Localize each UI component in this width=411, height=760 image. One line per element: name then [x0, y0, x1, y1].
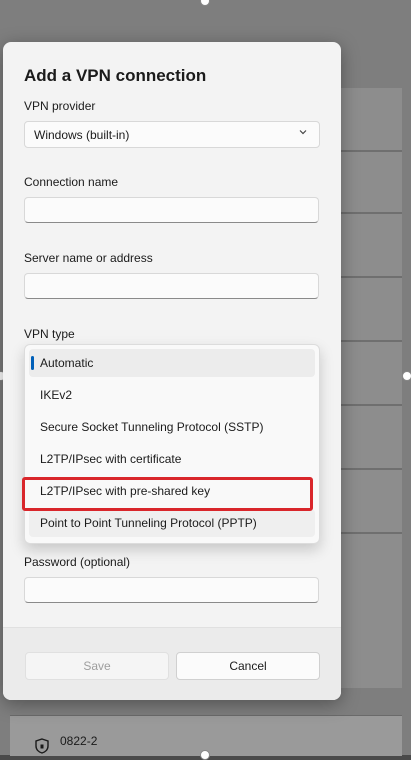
option-label: Point to Point Tunneling Protocol (PPTP)	[40, 516, 257, 530]
connection-name-label: Connection name	[24, 175, 119, 189]
vpn-type-option-pptp[interactable]: Point to Point Tunneling Protocol (PPTP)	[29, 509, 315, 537]
save-button[interactable]: Save	[25, 652, 169, 680]
shield-icon	[35, 738, 49, 754]
option-label: Automatic	[40, 356, 94, 370]
vpn-connection-name: 0822-2	[60, 734, 98, 748]
cancel-button[interactable]: Cancel	[176, 652, 320, 680]
add-vpn-dialog: Add a VPN connection VPN provider Window…	[3, 42, 341, 700]
vpn-type-option-automatic[interactable]: Automatic	[29, 349, 315, 377]
server-address-input[interactable]	[24, 273, 319, 299]
option-label: IKEv2	[40, 388, 73, 402]
dialog-title: Add a VPN connection	[24, 66, 207, 85]
vpn-type-option-ikev2[interactable]: IKEv2	[29, 381, 315, 409]
chevron-down-icon	[299, 130, 307, 135]
selection-indicator	[31, 356, 34, 370]
vpn-type-option-l2tp-certificate[interactable]: L2TP/IPsec with certificate	[29, 445, 315, 473]
vpn-type-label: VPN type	[24, 327, 75, 341]
vpn-provider-select[interactable]: Windows (built-in)	[24, 121, 320, 148]
vpn-type-option-sstp[interactable]: Secure Socket Tunneling Protocol (SSTP)	[29, 413, 315, 441]
option-label: Secure Socket Tunneling Protocol (SSTP)	[40, 420, 264, 434]
option-label: L2TP/IPsec with certificate	[40, 452, 182, 466]
resize-handle-bottom[interactable]	[200, 750, 210, 760]
vpn-provider-label: VPN provider	[24, 99, 96, 113]
password-input[interactable]	[24, 577, 319, 603]
vpn-provider-value: Windows (built-in)	[34, 128, 130, 142]
server-address-label: Server name or address	[24, 251, 153, 265]
connection-name-input[interactable]	[24, 197, 319, 223]
resize-handle-right[interactable]	[402, 371, 411, 381]
password-label: Password (optional)	[24, 555, 131, 569]
vpn-type-dropdown-list: Automatic IKEv2 Secure Socket Tunneling …	[24, 344, 320, 544]
highlight-annotation-box	[22, 477, 313, 511]
